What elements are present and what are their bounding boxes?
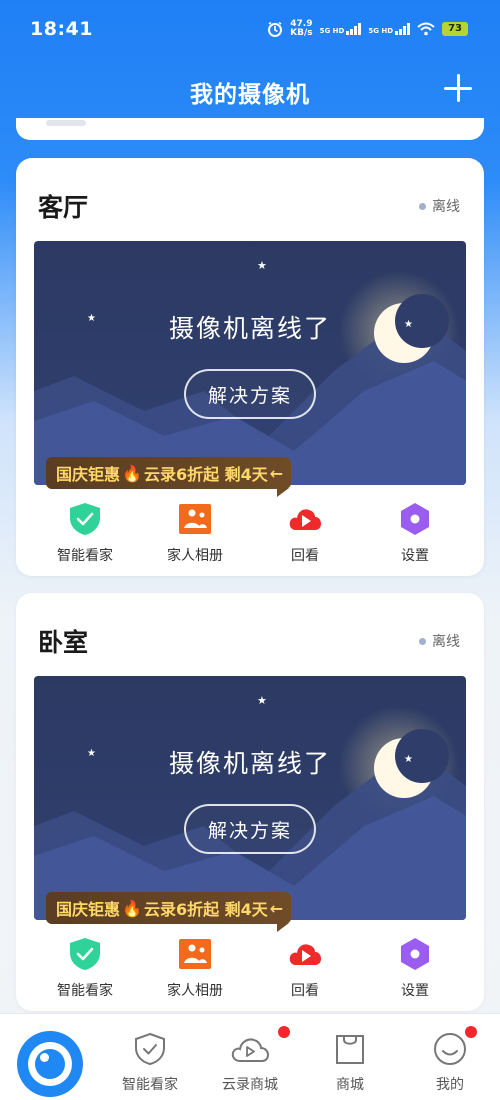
action-settings[interactable]: 设置 (360, 502, 470, 572)
camera-name: 客厅 (38, 193, 89, 222)
status-dot (419, 202, 426, 210)
camera-card[interactable]: 客厅 离线 ★ ★ ★ 摄像机离线了 解决方案 国庆钜惠 🔥 云录6折起 剩4天… (16, 158, 484, 576)
action-label: 回看 (291, 548, 319, 564)
action-label: 设置 (401, 548, 429, 564)
action-smart-guard[interactable]: 智能看家 (30, 937, 140, 1007)
photo-album-icon (179, 504, 211, 534)
cloud-play-icon (289, 944, 321, 965)
action-label: 家人相册 (167, 548, 223, 564)
signal-bars-icon (395, 23, 411, 35)
action-label: 回看 (291, 983, 319, 999)
camera-status: 离线 (419, 631, 460, 651)
arrow-left-icon: ← (269, 898, 284, 918)
alarm-clock-icon (268, 21, 283, 37)
status-dot (419, 637, 426, 645)
shield-check-outline-icon (135, 1032, 165, 1066)
action-settings[interactable]: 设置 (360, 937, 470, 1007)
battery-indicator: 73 (442, 22, 468, 36)
nav-label: 商城 (336, 1077, 364, 1093)
action-smart-guard[interactable]: 智能看家 (30, 502, 140, 572)
solution-button[interactable]: 解决方案 (184, 369, 316, 419)
cloud-play-icon (289, 509, 321, 530)
cloud-play-outline-icon (231, 1038, 270, 1062)
promo-banner[interactable]: 国庆钜惠 🔥 云录6折起 剩4天 ← (46, 892, 292, 932)
promo-banner[interactable]: 国庆钜惠 🔥 云录6折起 剩4天 ← (46, 457, 292, 497)
status-text: 离线 (432, 199, 460, 215)
plus-icon[interactable] (444, 74, 474, 104)
sim1-label: 5G HD (319, 27, 345, 35)
arrow-left-icon: ← (269, 463, 284, 483)
action-family-album[interactable]: 家人相册 (140, 502, 250, 572)
smiley-face-icon (434, 1033, 466, 1065)
camera-card[interactable]: 卧室 离线 ★ ★ ★ 摄像机离线了 解决方案 国庆钜惠 🔥 云录6折起 剩4天… (16, 593, 484, 1011)
status-bar: 18:41 47.9 KB/s 5G HD 5G HD 73 (0, 0, 500, 58)
camera-preview[interactable]: ★ ★ ★ 摄像机离线了 解决方案 (34, 241, 466, 485)
solution-button[interactable]: 解决方案 (184, 804, 316, 854)
nav-icon-wrap (230, 1026, 290, 1066)
sim2-signal: 5G HD (368, 23, 411, 35)
action-playback[interactable]: 回看 (250, 937, 360, 1007)
shield-check-icon (70, 503, 100, 535)
night-scene-illustration: ★ ★ ★ (34, 694, 466, 920)
nav-profile[interactable]: 我的 (400, 1026, 500, 1094)
shopping-bag-icon (336, 1035, 364, 1064)
promo-text: 云录6折起 剩4天 (143, 900, 268, 919)
status-icons: 47.9 KB/s 5G HD 5G HD 73 (267, 20, 468, 38)
camera-actions: 智能看家 家人相册 回看 设置 (16, 937, 484, 1007)
signal-bars-icon (346, 23, 362, 35)
promo-text: 云录6折起 剩4天 (143, 465, 268, 484)
status-time: 18:41 (30, 18, 93, 40)
nav-label: 智能看家 (122, 1077, 178, 1093)
camera-preview[interactable]: ★ ★ ★ 摄像机离线了 解决方案 (34, 676, 466, 920)
action-label: 设置 (401, 983, 429, 999)
sim1-signal: 5G HD (320, 23, 362, 35)
nav-label: 云录商城 (222, 1077, 278, 1093)
fire-icon: 🔥 (122, 463, 142, 483)
night-scene-illustration: ★ ★ ★ (34, 259, 466, 485)
bottom-nav: 智能看家 云录商城 商城 我的 (0, 1013, 500, 1100)
status-text: 离线 (432, 634, 460, 650)
action-label: 智能看家 (57, 548, 113, 564)
action-playback[interactable]: 回看 (250, 502, 360, 572)
wifi-icon (417, 22, 435, 36)
action-family-album[interactable]: 家人相册 (140, 937, 250, 1007)
nav-mall[interactable]: 商城 (300, 1032, 400, 1094)
offline-message: 摄像机离线了 (168, 314, 331, 343)
svg-text:★: ★ (257, 694, 267, 707)
app-header: 我的摄像机 (0, 62, 500, 122)
net-speed: 47.9 KB/s (290, 20, 312, 38)
camera-name: 卧室 (38, 628, 89, 657)
settings-hexagon-icon (401, 503, 429, 535)
notification-badge (465, 1026, 477, 1038)
eye-glint (40, 1053, 49, 1062)
eye-logo-icon[interactable] (17, 1031, 83, 1097)
card-text-fragment (46, 120, 86, 126)
svg-text:★: ★ (257, 259, 267, 272)
sim2-label: 5G HD (368, 27, 394, 35)
promo-prefix: 国庆钜惠 (56, 900, 121, 919)
offline-message: 摄像机离线了 (168, 749, 331, 778)
camera-status: 离线 (419, 196, 460, 216)
nav-smart-guard[interactable]: 智能看家 (100, 1032, 200, 1094)
photo-album-icon (179, 939, 211, 969)
nav-cloud-store[interactable]: 云录商城 (200, 1026, 300, 1094)
net-speed-unit: KB/s (290, 28, 313, 38)
action-label: 家人相册 (167, 983, 223, 999)
fire-icon: 🔥 (122, 898, 142, 918)
camera-actions: 智能看家 家人相册 回看 设置 (16, 502, 484, 572)
eye-pupil (35, 1049, 65, 1079)
action-label: 智能看家 (57, 983, 113, 999)
promo-prefix: 国庆钜惠 (56, 465, 121, 484)
shield-check-icon (70, 938, 100, 970)
page-title: 我的摄像机 (190, 82, 310, 108)
nav-icon-wrap (433, 1026, 477, 1066)
previous-camera-card[interactable] (16, 118, 484, 140)
settings-hexagon-icon (401, 938, 429, 970)
nav-label: 我的 (436, 1077, 464, 1093)
notification-badge (278, 1026, 290, 1038)
